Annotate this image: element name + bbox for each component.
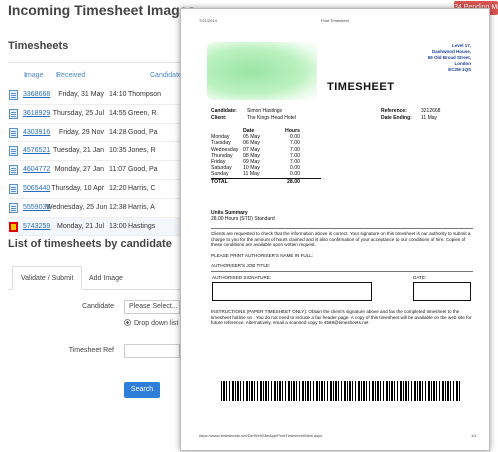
company-address: Level 17, Dashwood House, 69 Old Broad S… — [427, 43, 471, 72]
received-time: 14:28 — [109, 128, 127, 136]
date-box — [413, 282, 471, 301]
received-date: Tuesday, 21 Jan — [53, 147, 104, 155]
tab-add-image[interactable]: Add Image — [80, 266, 132, 290]
dropdown-radio[interactable]: Drop down list — [124, 319, 178, 327]
date-ending-field: Date Ending: 11 May — [381, 115, 438, 121]
company-logo — [207, 42, 317, 100]
column-header-image[interactable]: Image ↕ — [24, 72, 43, 79]
search-button[interactable]: Search — [124, 382, 160, 398]
timesheets-heading: Timesheets — [8, 40, 69, 52]
document-icon[interactable] — [9, 202, 18, 213]
timesheet-ref-input[interactable] — [124, 344, 180, 358]
signature-label: AUTHORISED SIGNATURE: — [212, 275, 272, 280]
candidate-name: Hastings — [128, 222, 156, 230]
candidate-name: Harris, A — [128, 203, 155, 211]
received-time: 14:55 — [109, 109, 127, 117]
candidate-field: Candidate: Simon Hastings — [211, 108, 283, 114]
received-date: Thursday, 10 Apr — [51, 184, 104, 192]
divider — [8, 62, 180, 63]
signature-box — [212, 282, 372, 301]
received-date: Friday, 31 May — [58, 91, 104, 98]
candidate-name: Good, Pa — [128, 128, 158, 136]
divider — [211, 228, 473, 229]
column-header-received[interactable]: Received ↕ — [56, 72, 85, 79]
date-label: DATE: — [413, 275, 427, 280]
print-name-label: PLEASE PRINT AUTHORISER'S NAME IN FULL: — [211, 253, 314, 258]
table-row[interactable]: 4576521 Tuesday, 21 Jan 10:35 Jones, R — [8, 142, 180, 162]
timesheets-table: 3368668 Friday, 31 May 14:10 Thompson 361892… — [8, 86, 180, 237]
hours-table: Date Hours Monday 05 May 0.00 Tuesday 06 May… — [211, 128, 321, 185]
document-icon[interactable] — [9, 165, 18, 176]
table-row[interactable]: 5065440 Thursday, 10 Apr 12:20 Harris, C — [8, 180, 180, 199]
job-title-label: AUTHORISER'S JOB TITLE: — [211, 263, 271, 268]
timesheet-title: TIMESHEET — [327, 81, 395, 93]
instructions-text: INSTRUCTIONS (PAPER TIMESHEET ONLY): Obt… — [211, 309, 472, 326]
received-time: 13:00 — [109, 222, 127, 230]
received-time: 12:20 — [109, 184, 127, 192]
column-header-candidate[interactable]: Candidate — [150, 72, 182, 79]
received-date: Thursday, 25 Jul — [52, 109, 104, 117]
received-date: Friday, 29 Nov — [59, 128, 104, 136]
candidate-name: Thompson — [128, 91, 162, 98]
footer-url: https://www.timesheets.net/Dir/WebSiteAp… — [199, 433, 323, 438]
print-header: Print Timesheet — [321, 18, 349, 23]
document-icon[interactable] — [9, 146, 18, 157]
print-date: 7/21/2014 — [199, 18, 217, 23]
table-row[interactable]: 5743259 Monday, 21 Jul 13:00 Hastings — [8, 217, 180, 237]
candidate-name: Green, R — [128, 109, 157, 117]
table-row[interactable]: 4303916 Friday, 29 Nov 14:28 Good, Pa — [8, 124, 180, 143]
print-preview: 7/21/2014 Print Timesheet Level 17, Dash… — [180, 8, 490, 451]
tab-validate-submit[interactable]: Validate / Submit — [12, 266, 83, 290]
received-date: Monday, 21 Jul — [57, 222, 104, 230]
page-title: Incoming Timesheet Images — [8, 2, 196, 18]
received-date: Monday, 27 Jan — [54, 166, 104, 174]
declaration-text: Clients are requested to check that the … — [211, 231, 471, 248]
candidate-select[interactable]: Please Select... — [124, 300, 180, 314]
received-time: 10:35 — [109, 147, 127, 155]
document-icon[interactable] — [9, 108, 18, 119]
received-time: 14:10 — [109, 91, 127, 98]
candidate-name: Harris, C — [128, 184, 156, 192]
radio-selected-icon — [124, 319, 131, 326]
received-time: 11:07 — [109, 166, 126, 174]
units-summary-line: 28.00 Hours (STD) Standard — [211, 216, 275, 222]
footer-page-number: 1/1 — [471, 433, 477, 438]
received-time: 12:38 — [109, 203, 127, 211]
document-icon[interactable] — [9, 221, 18, 232]
timesheet-ref-label: Timesheet Ref — [68, 347, 114, 354]
candidate-label: Candidate — [82, 303, 114, 310]
client-field: Client: The Kings Head Hotel — [211, 115, 296, 121]
document-icon[interactable] — [9, 183, 18, 194]
document-icon[interactable] — [9, 90, 18, 100]
table-row[interactable]: 3618929 Thursday, 25 Jul 14:55 Green, R — [8, 105, 180, 124]
received-date: Wednesday, 25 Jun — [46, 203, 108, 211]
table-row[interactable]: 3368668 Friday, 31 May 14:10 Thompson — [8, 86, 180, 105]
table-row[interactable]: 4604772 Monday, 27 Jan 11:07 Good, Pa — [8, 161, 180, 180]
by-candidate-heading: List of timesheets by candidate — [8, 238, 172, 250]
candidate-name: Jones, R — [128, 147, 156, 155]
table-row[interactable]: 5559035 Wednesday, 25 Jun 12:38 Harris, A — [8, 199, 180, 218]
hours-total-row: TOTAL 28.00 — [211, 177, 321, 185]
radio-label: Drop down list — [134, 320, 179, 327]
candidate-name: Good, Pa — [128, 166, 158, 174]
divider — [211, 271, 473, 272]
document-icon[interactable] — [9, 127, 18, 138]
barcode-image — [221, 381, 461, 401]
tab-bar: Validate / Submit Add Image — [8, 266, 180, 290]
reference-field: Reference: 3212668 — [381, 108, 441, 114]
